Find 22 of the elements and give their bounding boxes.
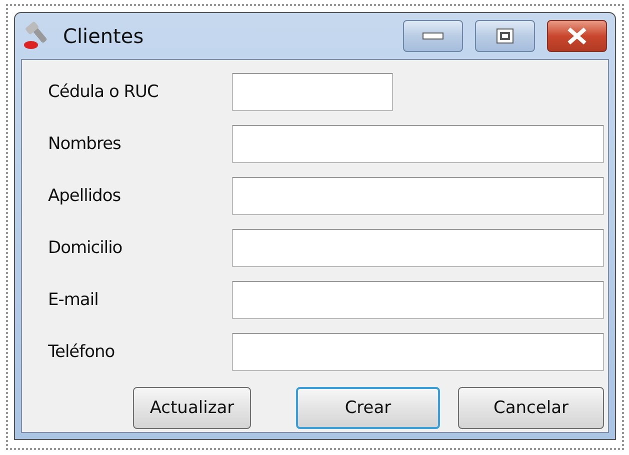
field-label: Apellidos — [48, 186, 122, 206]
dialog-button[interactable]: Cancelar — [458, 387, 604, 429]
dialog-button[interactable]: Actualizar — [133, 387, 251, 429]
maximize-button[interactable] — [475, 20, 535, 52]
minimize-icon — [422, 32, 444, 40]
input-field[interactable] — [232, 229, 604, 267]
close-button[interactable] — [547, 20, 607, 52]
maximize-icon — [496, 28, 514, 44]
window-title: Clientes — [63, 24, 145, 48]
input-field[interactable] — [232, 73, 393, 111]
input-field[interactable] — [232, 177, 604, 215]
field-label: Nombres — [48, 134, 122, 154]
minimize-button[interactable] — [403, 20, 463, 52]
input-field[interactable] — [232, 125, 604, 163]
input-field[interactable] — [232, 333, 604, 371]
field-label: Domicilio — [48, 238, 124, 258]
field-label: E-mail — [48, 290, 100, 310]
input-field[interactable] — [232, 281, 604, 319]
field-label: Teléfono — [48, 342, 116, 362]
dialog-button[interactable]: Crear — [296, 387, 440, 429]
close-icon — [566, 27, 588, 45]
field-label: Cédula o RUC — [48, 82, 160, 102]
